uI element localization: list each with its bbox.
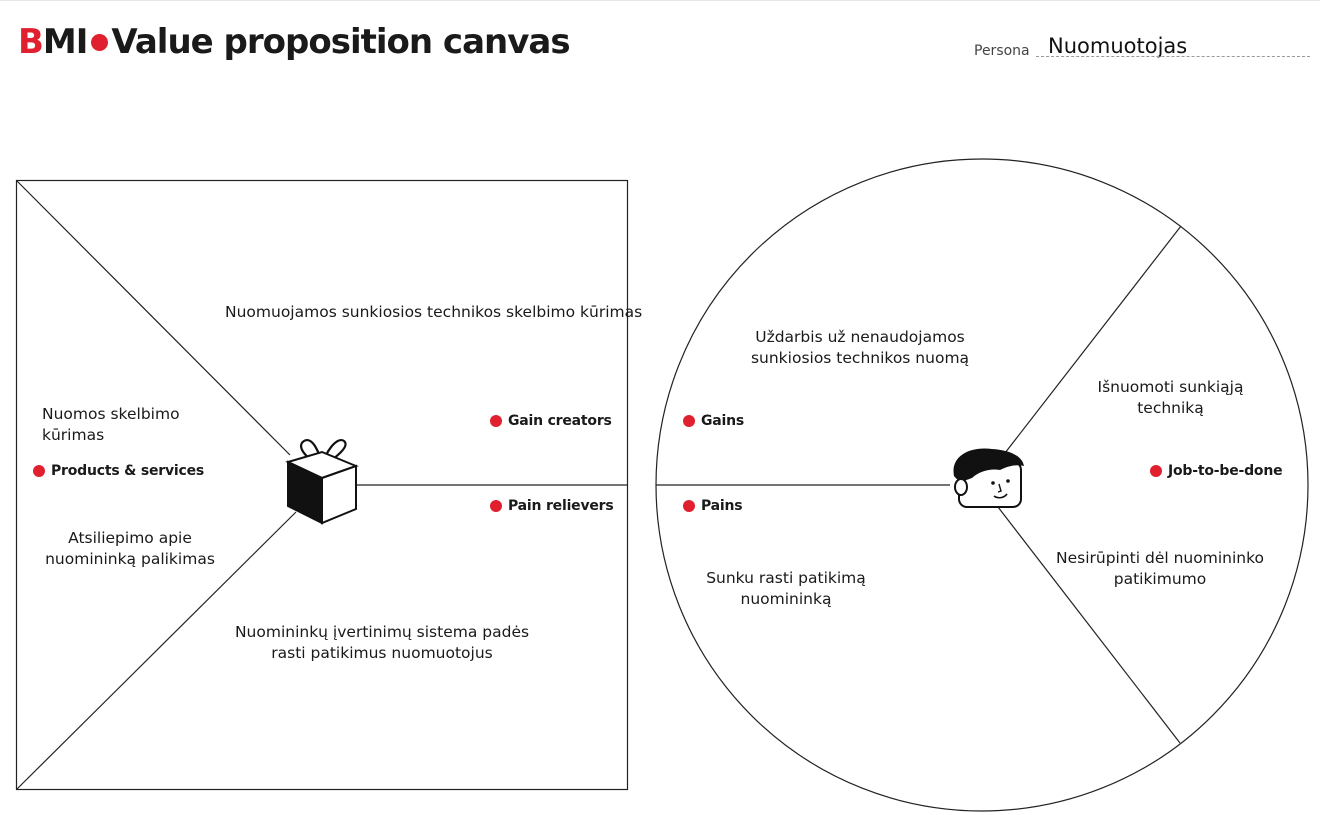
product-item-2: Atsiliepimo apie nuomininką palikimas [45,529,215,568]
pains-label: Pains [701,498,743,514]
gain-creator-item: Nuomuojamos sunkiosios technikos skelbim… [225,303,643,321]
red-dot-icon [33,465,45,477]
pain-relievers-tag: Pain relievers [490,497,614,515]
red-dot-icon [683,415,695,427]
customer-face-icon [953,448,1024,508]
product-item-1: Nuomos skelbimo kūrimas [42,405,180,444]
gift-box-icon [285,438,359,525]
pain-relievers-label: Pain relievers [508,498,614,514]
job-to-be-done-tag: Job-to-be-done [1150,462,1283,480]
gain-item: Uždarbis už nenaudojamos sunkiosios tech… [750,328,970,367]
red-dot-icon [1150,465,1162,477]
red-dot-icon [490,415,502,427]
red-dot-icon [683,500,695,512]
pain-reliever-item: Nuomininkų įvertinimų sistema padės rast… [234,623,530,662]
customer-profile-line-bottom [997,506,1181,744]
products-services-tag: Products & services [33,462,204,480]
gain-creators-label: Gain creators [508,413,612,429]
job-to-be-done-label: Job-to-be-done [1168,463,1283,479]
job-item-2: Nesirūpinti dėl nuomininko patikimumo [1056,549,1264,588]
gain-creators-tag: Gain creators [490,412,612,430]
job-item-1: Išnuomoti sunkiąją techniką [1097,378,1244,417]
pains-tag: Pains [683,497,743,515]
gains-tag: Gains [683,412,744,430]
gains-label: Gains [701,413,745,429]
red-dot-icon [490,500,502,512]
pain-item: Sunku rasti patikimą nuomininką [706,569,866,608]
products-services-label: Products & services [51,463,205,479]
